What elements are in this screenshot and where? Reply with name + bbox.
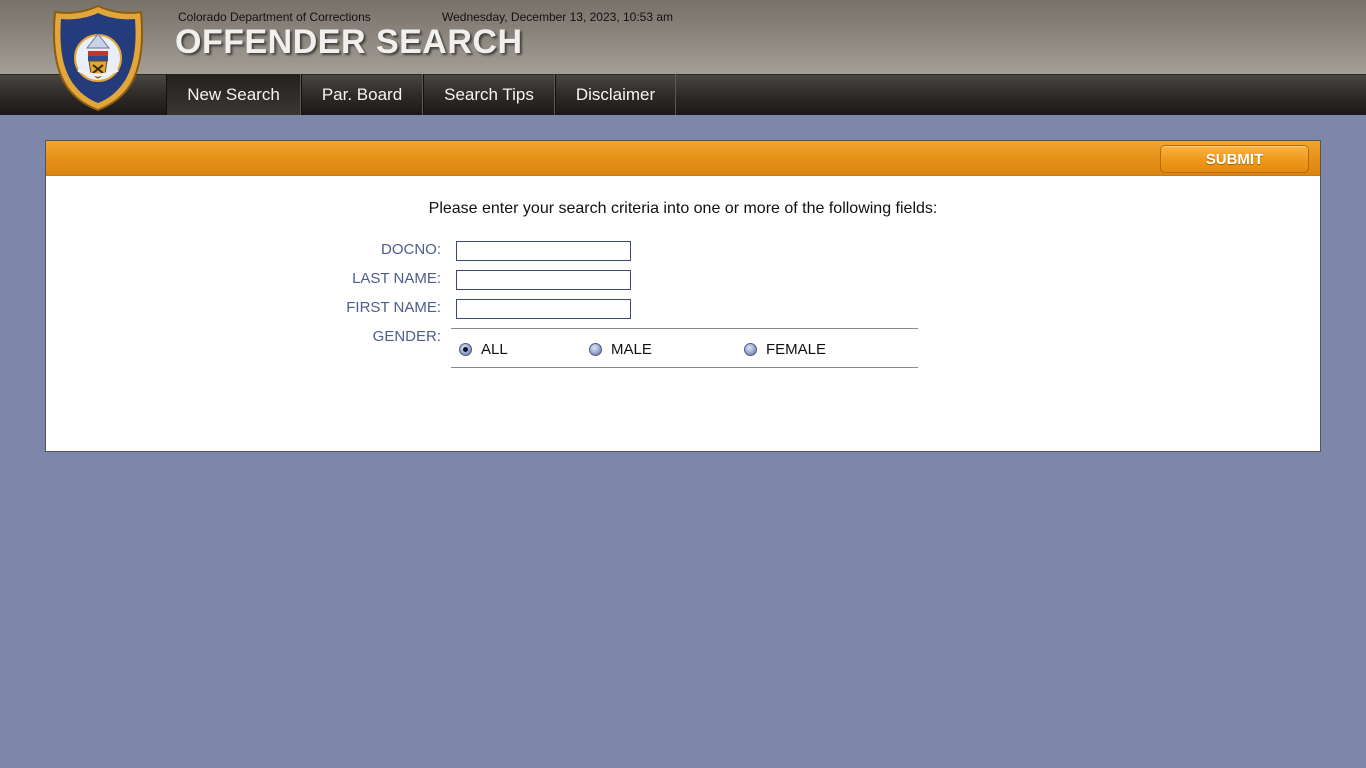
search-form-panel: SUBMIT Please enter your search criteria… [45,140,1321,452]
radio-unchecked-icon[interactable] [744,342,757,356]
tab-new-search[interactable]: New Search [166,74,301,115]
last-name-input[interactable] [456,270,631,290]
radio-unchecked-icon[interactable] [589,342,602,356]
form-header-bar: SUBMIT [46,141,1320,176]
agency-name: Colorado Department of Corrections [178,10,371,24]
radio-checked-icon[interactable] [459,342,472,356]
tab-disclaimer[interactable]: Disclaimer [555,74,676,115]
first-name-label: FIRST NAME: [346,299,441,316]
search-instructions: Please enter your search criteria into o… [428,200,938,217]
cdoc-badge-logo [49,4,147,112]
gender-radio-group: ALL MALE FEMALE [451,328,918,368]
first-name-input[interactable] [456,299,631,319]
tab-par-board[interactable]: Par. Board [301,74,423,115]
gender-option-all-label: ALL [481,340,508,358]
gender-option-male[interactable]: MALE [589,339,652,359]
tab-search-tips[interactable]: Search Tips [423,74,555,115]
last-name-label: LAST NAME: [352,270,441,287]
gender-option-female-label: FEMALE [766,340,827,358]
gender-option-male-label: MALE [611,340,652,358]
current-datetime: Wednesday, December 13, 2023, 10:53 am [442,10,674,24]
docno-label: DOCNO: [381,241,441,258]
page-title: OFFENDER SEARCH [175,23,523,61]
docno-input[interactable] [456,241,631,261]
submit-button[interactable]: SUBMIT [1160,145,1309,173]
gender-option-all[interactable]: ALL [459,339,508,359]
gender-label: GENDER: [372,328,441,345]
gender-option-female[interactable]: FEMALE [744,339,826,359]
